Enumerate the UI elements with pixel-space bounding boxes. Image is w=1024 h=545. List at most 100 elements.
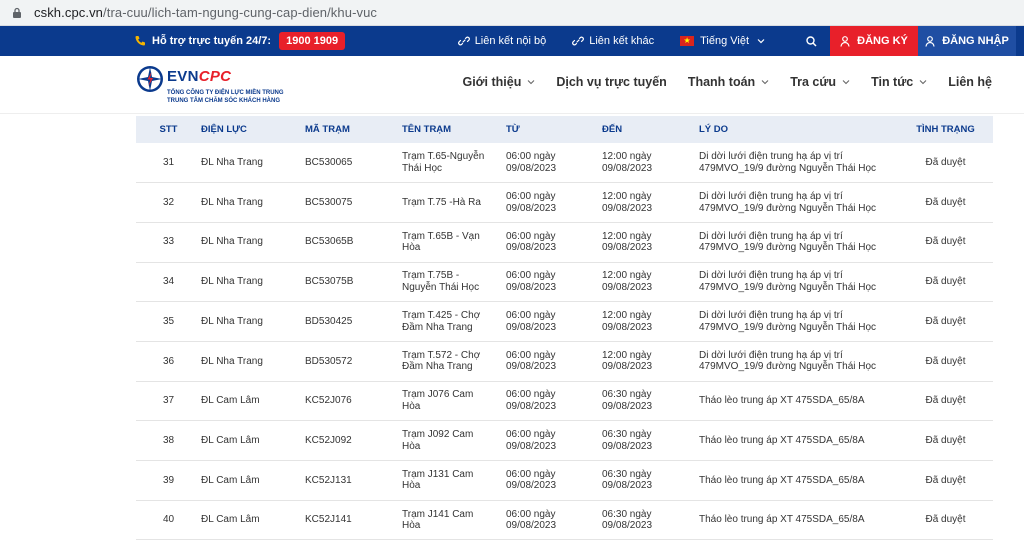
logo-brand-cpc: CPC (198, 68, 232, 85)
ly-do-line-2: 479MVO_19/9 đường Nguyễn Thái Học (699, 281, 877, 293)
nav-tin-tuc[interactable]: Tin tức (871, 75, 927, 89)
cell-dien-luc: ĐL Nha Trang (201, 156, 263, 168)
den-date: 09/08/2023 (602, 242, 653, 254)
site-logo[interactable]: EVNCPC TỔNG CÔNG TY ĐIỆN LỰC MIỀN TRUNG … (135, 64, 284, 105)
cell-dien-luc: ĐL Nha Trang (201, 315, 263, 327)
cell-ten-tram: Trạm J141 Cam Hòa (402, 500, 506, 540)
cell-stt: 33 (162, 236, 175, 248)
cell-stt: 35 (162, 315, 175, 327)
support-info: Hỗ trợ trực tuyến 24/7: 1900 1909 (134, 32, 346, 50)
tu-date: 09/08/2023 (506, 400, 557, 412)
tu-time: 06:00 ngày (506, 270, 556, 282)
ten-tram-line-2: Đầm Nha Trang (402, 361, 473, 373)
den-time: 12:00 ngày (602, 349, 652, 361)
cell-stt: 31 (162, 156, 175, 168)
ten-tram-line-2: Thái Học (402, 162, 443, 174)
den-date: 09/08/2023 (602, 321, 653, 333)
header-den: ĐẾN (602, 124, 623, 135)
cell-tu: 06:00 ngày 09/08/2023 (506, 381, 602, 421)
language-selector[interactable]: ★ Tiếng Việt (680, 35, 770, 47)
ten-tram-line-2: Hòa (402, 520, 421, 532)
nav-lien-he[interactable]: Liên hệ (948, 75, 992, 89)
ten-tram-line-1: Trạm T.425 - Chợ (402, 310, 481, 322)
tu-time: 06:00 ngày (506, 230, 556, 242)
logo-subtitle-2: TRUNG TÂM CHĂM SÓC KHÁCH HÀNG (167, 98, 280, 104)
external-link[interactable]: Liên kết khác (572, 35, 654, 47)
table-row: 37 ĐL Cam Lâm KC52J076 Trạm J076 Cam Hòa … (136, 381, 993, 421)
cell-tinh-trang: Đã duyệt (925, 355, 966, 367)
ly-do-line-1: Di dời lưới điện trung hạ áp vị trí (699, 310, 843, 322)
hotline-number[interactable]: 1900 1909 (279, 32, 346, 50)
cell-ma-tram: BC530065 (305, 156, 353, 168)
cell-ly-do: Tháo lèo trung áp XT 475SDA_65/8A (699, 381, 898, 421)
tu-date: 09/08/2023 (506, 202, 557, 214)
cell-ten-tram: Trạm T.65B - Vạn Hòa (402, 222, 506, 262)
url-text[interactable]: cskh.cpc.vn/tra-cuu/lich-tam-ngung-cung-… (34, 5, 377, 20)
search-button[interactable] (796, 35, 826, 47)
external-link-label: Liên kết khác (589, 35, 655, 47)
cell-tu: 06:00 ngày 09/08/2023 (506, 302, 602, 342)
cell-ten-tram: Trạm T.425 - Chợ Đầm Nha Trang (402, 302, 506, 342)
cell-ma-tram: BC530075 (305, 196, 353, 208)
nav-gioi-thieu[interactable]: Giới thiệu (462, 75, 535, 89)
nav-tra-cuu[interactable]: Tra cứu (790, 75, 850, 89)
internal-link[interactable]: Liên kết nội bộ (457, 35, 546, 47)
ten-tram-line-1: Trạm J076 Cam (402, 389, 474, 401)
cell-ten-tram: Trạm J092 Cam Hòa (402, 421, 506, 461)
cell-ly-do: Di dời lưới điện trung hạ áp vị trí 479MV… (699, 262, 898, 302)
cell-den: 06:30 ngày 09/08/2023 (602, 421, 699, 461)
cell-tinh-trang: Đã duyệt (925, 276, 966, 288)
den-time: 12:00 ngày (602, 151, 652, 163)
tu-time: 06:00 ngày (506, 349, 556, 361)
den-date: 09/08/2023 (602, 281, 653, 293)
nav-label: Giới thiệu (462, 75, 522, 89)
url-path: /tra-cuu/lich-tam-ngung-cung-cap-dien/kh… (103, 5, 378, 20)
cell-dien-luc: ĐL Cam Lâm (201, 514, 260, 526)
den-date: 09/08/2023 (602, 480, 653, 492)
chevron-down-icon (842, 80, 850, 85)
cell-ly-do: Di dời lưới điện trung hạ áp vị trí 479MV… (699, 302, 898, 342)
login-button[interactable]: ĐĂNG NHẬP (918, 26, 1016, 56)
outage-schedule-table-container: STT ĐIỆN LỰC MÃ TRẠM TÊN TRẠM TỪ ĐẾN LÝ … (136, 116, 993, 540)
cell-tu: 06:00 ngày 09/08/2023 (506, 222, 602, 262)
cell-ma-tram: KC52J141 (305, 514, 352, 526)
search-icon (805, 35, 817, 47)
cell-stt: 38 (162, 434, 175, 446)
table-body: 31 ĐL Nha Trang BC530065 Trạm T.65-Nguyễ… (136, 143, 993, 540)
ten-tram-line-1: Trạm T.75 -Hà Ra (402, 196, 481, 208)
cell-ly-do: Tháo lèo trung áp XT 475SDA_65/8A (699, 461, 898, 501)
table-header-row: STT ĐIỆN LỰC MÃ TRẠM TÊN TRẠM TỪ ĐẾN LÝ … (136, 116, 993, 143)
header-ly-do: LÝ DO (699, 124, 729, 135)
cell-stt: 40 (162, 514, 175, 526)
support-label: Hỗ trợ trực tuyến 24/7: (152, 35, 272, 47)
cell-tinh-trang: Đã duyệt (925, 196, 966, 208)
ten-tram-line-2: Đầm Nha Trang (402, 321, 473, 333)
nav-label: Tin tức (871, 75, 914, 89)
ly-do-line-2: 479MVO_19/9 đường Nguyễn Thái Học (699, 321, 877, 333)
cell-dien-luc: ĐL Cam Lâm (201, 395, 260, 407)
tu-date: 09/08/2023 (506, 242, 557, 254)
browser-address-bar[interactable]: cskh.cpc.vn/tra-cuu/lich-tam-ngung-cung-… (0, 0, 1024, 26)
cell-ten-tram: Trạm T.65-Nguyễn Thái Học (402, 143, 506, 183)
cell-tu: 06:00 ngày 09/08/2023 (506, 262, 602, 302)
ly-do-line-1: Di dời lưới điện trung hạ áp vị trí (699, 230, 843, 242)
main-navigation: Giới thiệu Dịch vụ trực tuyến Thanh toán… (441, 75, 992, 89)
nav-dich-vu-truc-tuyen[interactable]: Dịch vụ trực tuyến (556, 75, 666, 89)
cell-ten-tram: Trạm J131 Cam Hòa (402, 461, 506, 501)
tu-time: 06:00 ngày (506, 191, 556, 203)
nav-thanh-toan[interactable]: Thanh toán (688, 75, 769, 89)
cell-den: 06:30 ngày 09/08/2023 (602, 500, 699, 540)
tu-time: 06:00 ngày (506, 429, 556, 441)
register-button[interactable]: ĐĂNG KÝ (830, 26, 918, 56)
table-row: 34 ĐL Nha Trang BC53075B Trạm T.75B - Ngu… (136, 262, 993, 302)
den-time: 06:30 ngày (602, 468, 652, 480)
cell-stt: 34 (162, 276, 175, 288)
cell-ma-tram: KC52J092 (305, 434, 352, 446)
cell-den: 12:00 ngày 09/08/2023 (602, 222, 699, 262)
ten-tram-line-1: Trạm J092 Cam (402, 429, 474, 441)
cell-ly-do: Di dời lưới điện trung hạ áp vị trí 479MV… (699, 143, 898, 183)
url-host: cskh.cpc.vn (34, 5, 104, 20)
den-time: 06:30 ngày (602, 508, 652, 520)
ly-do-line-1: Di dời lưới điện trung hạ áp vị trí (699, 270, 843, 282)
cell-ma-tram: BC53075B (305, 276, 354, 288)
